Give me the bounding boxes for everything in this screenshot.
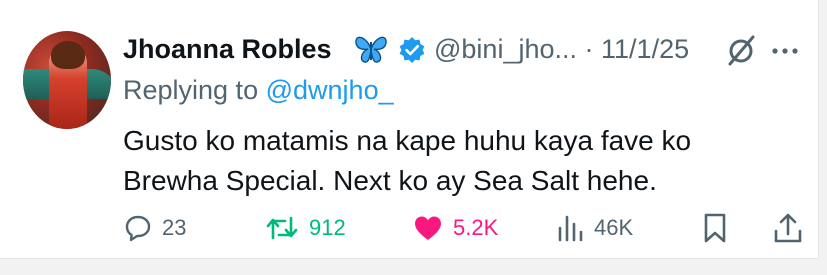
tweet-card[interactable]: Jhoanna Robles @bini_jho... · 11/1/25 Re… [0, 0, 819, 259]
butterfly-icon [355, 36, 387, 63]
like-button[interactable]: 5.2K [413, 212, 498, 244]
tweet-text-line: Brewha Special. Next ko ay Sea Salt hehe… [123, 165, 657, 196]
reply-mention-link[interactable]: @dwnjho_ [266, 75, 394, 105]
share-icon[interactable] [773, 212, 803, 244]
replying-to-label: Replying to [123, 75, 259, 105]
tweet-meta: @bini_jho... · 11/1/25 [434, 34, 689, 65]
views-count: 46K [594, 215, 634, 240]
like-count: 5.2K [453, 215, 499, 240]
reply-icon [125, 215, 151, 242]
author-handle[interactable]: @bini_jho... [434, 34, 577, 64]
author-name[interactable]: Jhoanna Robles [123, 34, 332, 65]
verified-badge-icon[interactable] [398, 36, 426, 64]
views-button[interactable]: 46K [556, 212, 633, 244]
repost-count: 912 [309, 215, 346, 240]
avatar[interactable] [23, 31, 111, 129]
meta-separator: · [584, 34, 594, 64]
like-icon [415, 216, 441, 240]
views-icon [558, 215, 583, 242]
more-icon[interactable] [770, 46, 800, 56]
repost-icon [266, 216, 298, 240]
reply-count: 23 [162, 215, 187, 240]
tweet-text-line: Gusto ko matamis na kape huhu kaya fave … [123, 125, 692, 156]
repost-button[interactable]: 912 [265, 212, 346, 244]
bookmark-icon[interactable] [702, 212, 728, 244]
replying-to: Replying to @dwnjho_ [123, 75, 394, 106]
tweet-date[interactable]: 11/1/25 [601, 34, 689, 64]
reply-button[interactable]: 23 [124, 212, 186, 244]
grok-icon[interactable] [726, 34, 756, 66]
avatar-hair-shape [51, 41, 85, 69]
tweet-text: Gusto ko matamis na kape huhu kaya fave … [123, 121, 763, 201]
